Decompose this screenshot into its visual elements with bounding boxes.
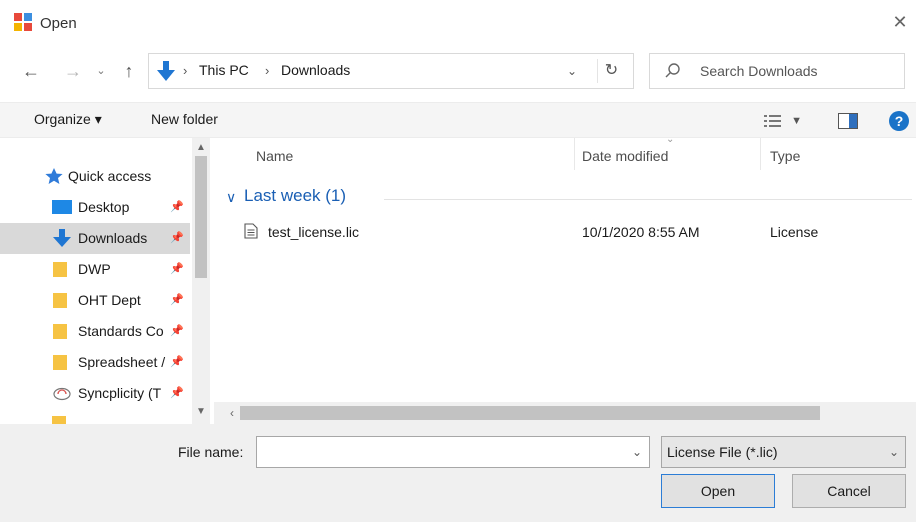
search-icon bbox=[665, 63, 680, 78]
sidebar-item-label: DWP bbox=[78, 261, 111, 277]
column-divider[interactable] bbox=[574, 138, 575, 170]
sidebar-item-desktop[interactable]: Desktop 📌 bbox=[0, 192, 190, 223]
sidebar-item-label: Standards Co bbox=[78, 323, 164, 339]
open-button[interactable]: Open bbox=[661, 474, 775, 508]
folder-icon bbox=[53, 262, 67, 277]
sidebar-item-standards[interactable]: Standards Co 📌 bbox=[0, 316, 190, 347]
filename-combobox[interactable]: ⌄ bbox=[256, 436, 650, 468]
scroll-up-icon[interactable]: ▲ bbox=[192, 140, 210, 156]
cloud-sync-icon bbox=[53, 387, 71, 401]
pin-icon[interactable]: 📌 bbox=[170, 355, 184, 369]
app-icon bbox=[14, 13, 32, 31]
pin-icon[interactable]: 📌 bbox=[170, 324, 184, 338]
pin-icon[interactable]: 📌 bbox=[170, 386, 184, 400]
folder-icon bbox=[53, 293, 67, 308]
sidebar-item-dwp[interactable]: DWP 📌 bbox=[0, 254, 190, 285]
pin-icon[interactable]: 📌 bbox=[170, 262, 184, 276]
pin-icon[interactable]: 📌 bbox=[170, 293, 184, 307]
search-input[interactable] bbox=[700, 55, 900, 87]
column-header-name[interactable]: Name bbox=[256, 148, 293, 164]
navigation-pane: Quick access Desktop 📌 Downloads 📌 DWP 📌… bbox=[0, 138, 210, 424]
chevron-down-icon: ▼ bbox=[791, 115, 802, 127]
dialog-footer: File name: ⌄ License File (*.lic) ⌄ Open… bbox=[0, 424, 916, 522]
scrollbar-thumb[interactable] bbox=[240, 406, 820, 420]
sidebar-scrollbar[interactable]: ▲ ▼ bbox=[192, 138, 210, 424]
sidebar-item-oht-dept[interactable]: OHT Dept 📌 bbox=[0, 285, 190, 316]
file-list-scrollbar[interactable]: ‹ bbox=[214, 402, 916, 424]
file-list: ⌄ Name Date modified Type ∨ Last week (1… bbox=[214, 134, 916, 424]
scroll-left-icon[interactable]: ‹ bbox=[224, 404, 240, 422]
chevron-down-icon[interactable]: ⌄ bbox=[627, 441, 647, 463]
folder-icon bbox=[52, 416, 66, 424]
refresh-icon[interactable]: ↻ bbox=[597, 59, 625, 83]
search-box[interactable] bbox=[649, 53, 905, 89]
filename-label: File name: bbox=[178, 444, 244, 460]
column-divider[interactable] bbox=[760, 138, 761, 170]
sidebar-item-syncplicity[interactable]: Syncplicity (T 📌 bbox=[0, 378, 190, 409]
scrollbar-thumb[interactable] bbox=[195, 156, 207, 278]
arrow-up-icon[interactable]: ↑ bbox=[116, 59, 142, 85]
chevron-down-icon[interactable]: ∨ bbox=[226, 189, 236, 206]
breadcrumb-separator: › bbox=[265, 63, 270, 78]
file-type: License bbox=[770, 224, 819, 240]
preview-pane-icon[interactable] bbox=[838, 113, 858, 129]
file-icon bbox=[244, 223, 258, 239]
sidebar-item-label: OHT Dept bbox=[78, 292, 141, 308]
close-icon[interactable]: ✕ bbox=[888, 11, 912, 35]
column-header-type[interactable]: Type bbox=[770, 148, 800, 164]
cancel-button[interactable]: Cancel bbox=[792, 474, 906, 508]
new-folder-button[interactable]: New folder bbox=[151, 111, 218, 127]
filter-value: License File (*.lic) bbox=[667, 444, 778, 460]
chevron-down-icon[interactable]: ⌄ bbox=[561, 60, 583, 82]
pin-icon[interactable]: 📌 bbox=[170, 231, 184, 245]
file-date: 10/1/2020 8:55 AM bbox=[582, 224, 700, 240]
window-title: Open bbox=[40, 15, 77, 32]
star-icon bbox=[45, 168, 63, 184]
group-header[interactable]: Last week (1) bbox=[244, 186, 346, 206]
arrow-right-icon[interactable]: → bbox=[60, 59, 86, 85]
filename-input[interactable] bbox=[261, 439, 621, 465]
pin-icon[interactable]: 📌 bbox=[170, 200, 184, 214]
chevron-down-icon[interactable]: ⌄ bbox=[884, 441, 904, 463]
sort-indicator-icon: ⌄ bbox=[666, 134, 675, 145]
help-icon[interactable]: ? bbox=[889, 111, 909, 131]
arrow-left-icon[interactable]: ← bbox=[18, 59, 44, 85]
folder-icon bbox=[53, 355, 67, 370]
breadcrumb-this-pc[interactable]: This PC bbox=[199, 62, 249, 78]
sidebar-item-label: Downloads bbox=[78, 230, 148, 246]
chevron-down-icon[interactable]: ⌄ bbox=[92, 59, 110, 85]
sidebar-item-label: Syncplicity (T bbox=[78, 385, 162, 401]
breadcrumb-downloads[interactable]: Downloads bbox=[281, 62, 350, 78]
view-list-icon bbox=[764, 115, 781, 128]
file-type-filter[interactable]: License File (*.lic) ⌄ bbox=[661, 436, 906, 468]
desktop-icon bbox=[52, 200, 72, 214]
breadcrumb-separator: › bbox=[183, 63, 188, 78]
address-bar[interactable]: › This PC › Downloads ⌄ ↻ bbox=[148, 53, 634, 89]
sidebar-item-label: Desktop bbox=[78, 199, 130, 215]
sidebar-header-label: Quick access bbox=[68, 168, 152, 184]
group-divider bbox=[384, 199, 912, 200]
sidebar-item-spreadsheet[interactable]: Spreadsheet / 📌 bbox=[0, 347, 190, 378]
column-header-date[interactable]: Date modified bbox=[582, 148, 668, 164]
view-options-button[interactable]: ▼ bbox=[764, 111, 806, 131]
folder-icon bbox=[53, 324, 67, 339]
download-arrow-icon bbox=[53, 229, 71, 247]
sidebar-quick-access[interactable]: Quick access bbox=[0, 161, 190, 192]
sidebar-item-downloads[interactable]: Downloads 📌 bbox=[0, 223, 190, 254]
title-bar: Open ✕ bbox=[0, 0, 916, 48]
organize-button[interactable]: Organize ▾ bbox=[34, 111, 102, 128]
command-toolbar: Organize ▾ New folder ▼ ? bbox=[0, 102, 916, 138]
file-name: test_license.lic bbox=[268, 224, 360, 240]
sidebar-item-label: Spreadsheet / bbox=[78, 354, 166, 370]
table-row[interactable]: test_license.lic 10/1/2020 8:55 AM Licen… bbox=[228, 218, 908, 246]
scroll-down-icon[interactable]: ▼ bbox=[192, 404, 210, 420]
download-arrow-icon bbox=[157, 61, 175, 81]
